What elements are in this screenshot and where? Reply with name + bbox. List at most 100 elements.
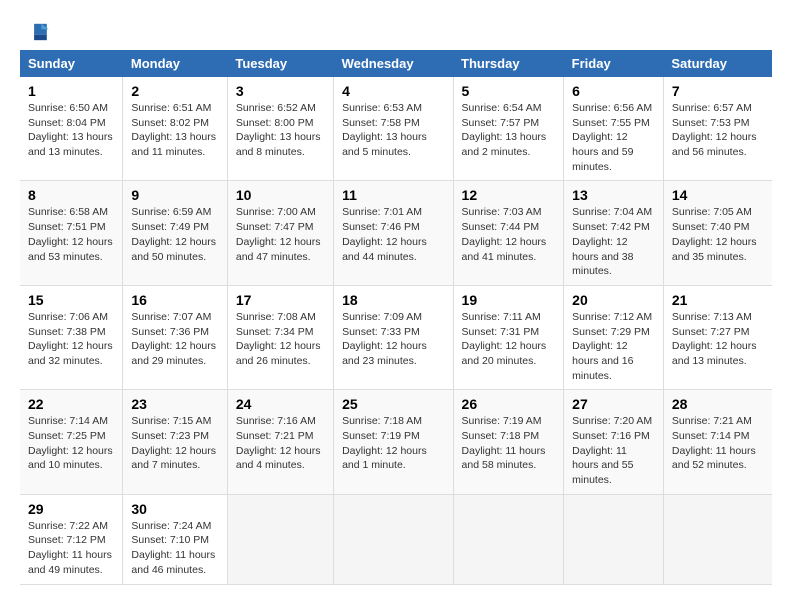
day-number: 27 <box>572 396 655 412</box>
day-info: Sunrise: 7:19 AM Sunset: 7:18 PM Dayligh… <box>462 414 556 473</box>
day-number: 25 <box>342 396 444 412</box>
day-number: 5 <box>462 83 556 99</box>
day-info: Sunrise: 7:13 AM Sunset: 7:27 PM Dayligh… <box>672 310 764 369</box>
calendar-cell: 14 Sunrise: 7:05 AM Sunset: 7:40 PM Dayli… <box>663 181 772 285</box>
day-number: 30 <box>131 501 218 517</box>
day-info: Sunrise: 7:03 AM Sunset: 7:44 PM Dayligh… <box>462 205 556 264</box>
calendar-cell: 21 Sunrise: 7:13 AM Sunset: 7:27 PM Dayli… <box>663 285 772 389</box>
column-header-wednesday: Wednesday <box>334 50 453 77</box>
logo <box>20 20 52 40</box>
calendar-table: SundayMondayTuesdayWednesdayThursdayFrid… <box>20 50 772 585</box>
calendar-cell: 30 Sunrise: 7:24 AM Sunset: 7:10 PM Dayli… <box>123 494 227 584</box>
calendar-cell: 22 Sunrise: 7:14 AM Sunset: 7:25 PM Dayli… <box>20 390 123 494</box>
day-number: 28 <box>672 396 764 412</box>
day-info: Sunrise: 7:01 AM Sunset: 7:46 PM Dayligh… <box>342 205 444 264</box>
day-number: 1 <box>28 83 114 99</box>
day-number: 7 <box>672 83 764 99</box>
day-number: 9 <box>131 187 218 203</box>
day-number: 11 <box>342 187 444 203</box>
day-info: Sunrise: 7:08 AM Sunset: 7:34 PM Dayligh… <box>236 310 325 369</box>
calendar-cell: 1Sunrise: 6:50 AM Sunset: 8:04 PM Daylig… <box>20 77 123 181</box>
day-info: Sunrise: 7:14 AM Sunset: 7:25 PM Dayligh… <box>28 414 114 473</box>
calendar-cell: 5 Sunrise: 6:54 AM Sunset: 7:57 PM Daylig… <box>453 77 564 181</box>
day-info: Sunrise: 7:06 AM Sunset: 7:38 PM Dayligh… <box>28 310 114 369</box>
day-info: Sunrise: 7:07 AM Sunset: 7:36 PM Dayligh… <box>131 310 218 369</box>
calendar-cell: 6 Sunrise: 6:56 AM Sunset: 7:55 PM Daylig… <box>564 77 664 181</box>
column-header-friday: Friday <box>564 50 664 77</box>
day-info: Sunrise: 7:20 AM Sunset: 7:16 PM Dayligh… <box>572 414 655 487</box>
day-info: Sunrise: 6:59 AM Sunset: 7:49 PM Dayligh… <box>131 205 218 264</box>
calendar-cell: 12 Sunrise: 7:03 AM Sunset: 7:44 PM Dayli… <box>453 181 564 285</box>
calendar-cell: 8 Sunrise: 6:58 AM Sunset: 7:51 PM Daylig… <box>20 181 123 285</box>
calendar-week-3: 22 Sunrise: 7:14 AM Sunset: 7:25 PM Dayli… <box>20 390 772 494</box>
calendar-week-2: 15 Sunrise: 7:06 AM Sunset: 7:38 PM Dayli… <box>20 285 772 389</box>
day-info: Sunrise: 6:56 AM Sunset: 7:55 PM Dayligh… <box>572 101 655 174</box>
logo-icon <box>20 22 50 42</box>
calendar-cell: 11 Sunrise: 7:01 AM Sunset: 7:46 PM Dayli… <box>334 181 453 285</box>
calendar-header-row: SundayMondayTuesdayWednesdayThursdayFrid… <box>20 50 772 77</box>
calendar-cell: 25Sunrise: 7:18 AM Sunset: 7:19 PM Dayli… <box>334 390 453 494</box>
calendar-cell <box>663 494 772 584</box>
calendar-cell: 16 Sunrise: 7:07 AM Sunset: 7:36 PM Dayli… <box>123 285 227 389</box>
day-number: 24 <box>236 396 325 412</box>
calendar-cell: 24Sunrise: 7:16 AM Sunset: 7:21 PM Dayli… <box>227 390 333 494</box>
day-info: Sunrise: 7:21 AM Sunset: 7:14 PM Dayligh… <box>672 414 764 473</box>
day-number: 15 <box>28 292 114 308</box>
day-number: 12 <box>462 187 556 203</box>
day-number: 2 <box>131 83 218 99</box>
calendar-cell: 18 Sunrise: 7:09 AM Sunset: 7:33 PM Dayli… <box>334 285 453 389</box>
calendar-cell: 10Sunrise: 7:00 AM Sunset: 7:47 PM Dayli… <box>227 181 333 285</box>
calendar-cell: 26 Sunrise: 7:19 AM Sunset: 7:18 PM Dayli… <box>453 390 564 494</box>
day-number: 8 <box>28 187 114 203</box>
calendar-cell: 23 Sunrise: 7:15 AM Sunset: 7:23 PM Dayli… <box>123 390 227 494</box>
calendar-cell <box>453 494 564 584</box>
day-number: 18 <box>342 292 444 308</box>
calendar-cell: 3 Sunrise: 6:52 AM Sunset: 8:00 PM Daylig… <box>227 77 333 181</box>
day-number: 19 <box>462 292 556 308</box>
day-info: Sunrise: 6:51 AM Sunset: 8:02 PM Dayligh… <box>131 101 218 160</box>
day-info: Sunrise: 6:58 AM Sunset: 7:51 PM Dayligh… <box>28 205 114 264</box>
day-info: Sunrise: 6:53 AM Sunset: 7:58 PM Dayligh… <box>342 101 444 160</box>
day-number: 17 <box>236 292 325 308</box>
day-info: Sunrise: 7:09 AM Sunset: 7:33 PM Dayligh… <box>342 310 444 369</box>
day-info: Sunrise: 6:54 AM Sunset: 7:57 PM Dayligh… <box>462 101 556 160</box>
column-header-tuesday: Tuesday <box>227 50 333 77</box>
day-number: 23 <box>131 396 218 412</box>
day-number: 20 <box>572 292 655 308</box>
calendar-cell: 15 Sunrise: 7:06 AM Sunset: 7:38 PM Dayli… <box>20 285 123 389</box>
page-header <box>20 20 772 40</box>
day-number: 3 <box>236 83 325 99</box>
day-number: 22 <box>28 396 114 412</box>
calendar-cell: 9 Sunrise: 6:59 AM Sunset: 7:49 PM Daylig… <box>123 181 227 285</box>
calendar-cell: 13Sunrise: 7:04 AM Sunset: 7:42 PM Dayli… <box>564 181 664 285</box>
calendar-cell: 17 Sunrise: 7:08 AM Sunset: 7:34 PM Dayli… <box>227 285 333 389</box>
day-number: 14 <box>672 187 764 203</box>
day-number: 26 <box>462 396 556 412</box>
column-header-saturday: Saturday <box>663 50 772 77</box>
calendar-cell: 19 Sunrise: 7:11 AM Sunset: 7:31 PM Dayli… <box>453 285 564 389</box>
calendar-cell: 7 Sunrise: 6:57 AM Sunset: 7:53 PM Daylig… <box>663 77 772 181</box>
calendar-cell <box>564 494 664 584</box>
day-info: Sunrise: 6:52 AM Sunset: 8:00 PM Dayligh… <box>236 101 325 160</box>
calendar-cell: 29Sunrise: 7:22 AM Sunset: 7:12 PM Dayli… <box>20 494 123 584</box>
day-number: 4 <box>342 83 444 99</box>
day-info: Sunrise: 6:57 AM Sunset: 7:53 PM Dayligh… <box>672 101 764 160</box>
calendar-cell: 20 Sunrise: 7:12 AM Sunset: 7:29 PM Dayli… <box>564 285 664 389</box>
day-info: Sunrise: 7:15 AM Sunset: 7:23 PM Dayligh… <box>131 414 218 473</box>
day-number: 16 <box>131 292 218 308</box>
day-info: Sunrise: 7:22 AM Sunset: 7:12 PM Dayligh… <box>28 519 114 578</box>
day-info: Sunrise: 7:05 AM Sunset: 7:40 PM Dayligh… <box>672 205 764 264</box>
calendar-cell: 4 Sunrise: 6:53 AM Sunset: 7:58 PM Daylig… <box>334 77 453 181</box>
calendar-week-0: 1Sunrise: 6:50 AM Sunset: 8:04 PM Daylig… <box>20 77 772 181</box>
calendar-cell: 2 Sunrise: 6:51 AM Sunset: 8:02 PM Daylig… <box>123 77 227 181</box>
calendar-week-1: 8 Sunrise: 6:58 AM Sunset: 7:51 PM Daylig… <box>20 181 772 285</box>
day-info: Sunrise: 7:24 AM Sunset: 7:10 PM Dayligh… <box>131 519 218 578</box>
day-info: Sunrise: 7:11 AM Sunset: 7:31 PM Dayligh… <box>462 310 556 369</box>
day-number: 6 <box>572 83 655 99</box>
day-info: Sunrise: 7:12 AM Sunset: 7:29 PM Dayligh… <box>572 310 655 383</box>
calendar-week-4: 29Sunrise: 7:22 AM Sunset: 7:12 PM Dayli… <box>20 494 772 584</box>
day-number: 21 <box>672 292 764 308</box>
calendar-cell <box>334 494 453 584</box>
column-header-monday: Monday <box>123 50 227 77</box>
calendar-cell: 27 Sunrise: 7:20 AM Sunset: 7:16 PM Dayli… <box>564 390 664 494</box>
